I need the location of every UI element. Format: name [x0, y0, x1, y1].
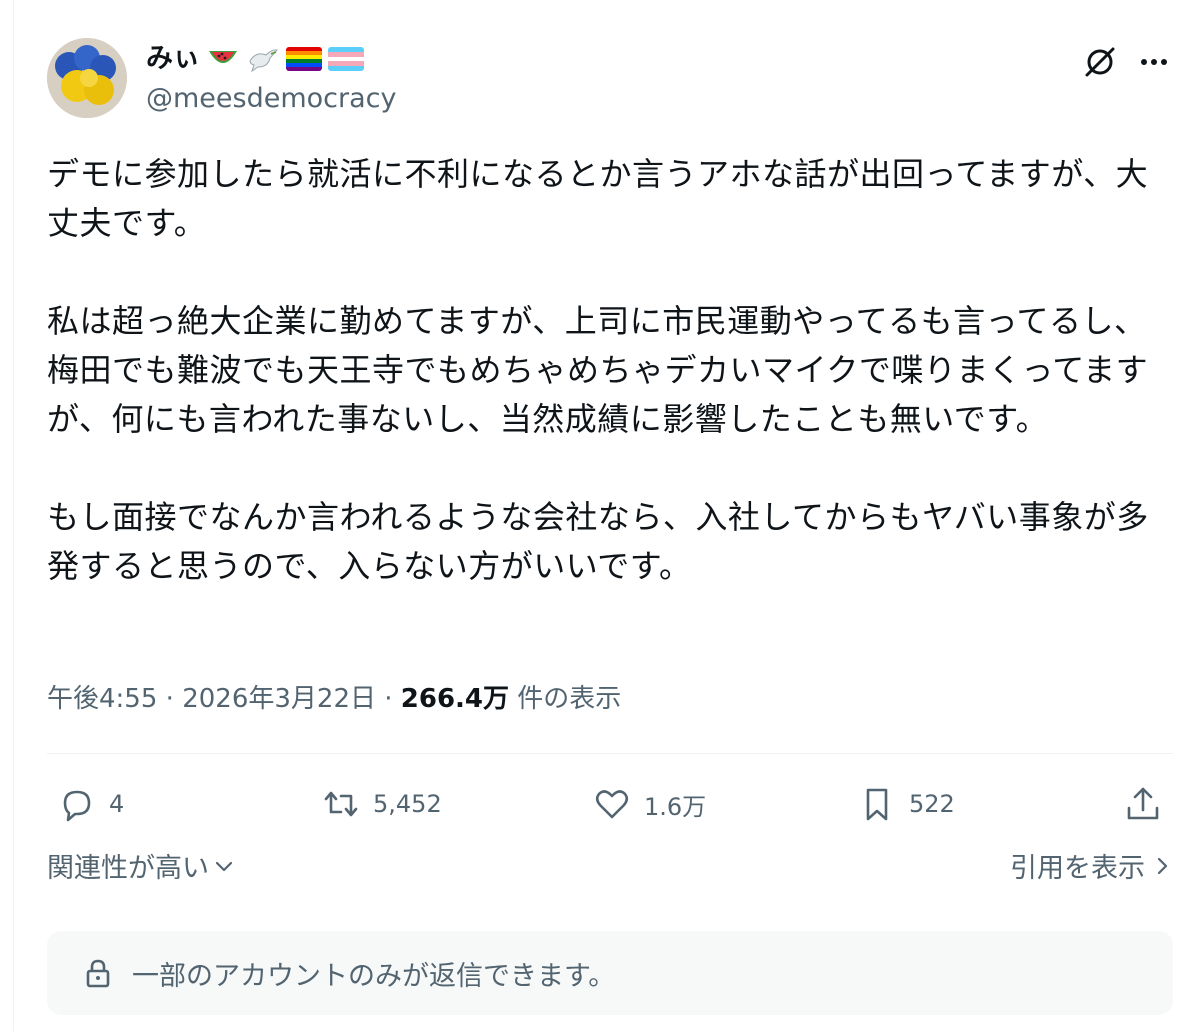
chevron-right-icon	[1157, 857, 1168, 874]
display-name-row: みぃ	[146, 42, 364, 76]
tweet-meta: 午後4:55 · 2026年3月22日 · 266.4万 件の表示	[47, 679, 621, 719]
reply-icon	[63, 790, 91, 822]
rainbow-flag-icon	[286, 47, 322, 71]
lock-icon	[86, 959, 110, 988]
watermelon-icon	[206, 45, 240, 73]
views-count[interactable]: 266.4万	[401, 684, 509, 714]
sort-label: 関連性が高い	[47, 853, 209, 884]
bookmark-icon	[866, 788, 888, 821]
views-label: 件の表示	[517, 684, 622, 714]
view-quotes-link[interactable]: 引用を表示	[1010, 846, 1173, 885]
bookmark-button[interactable]: 522	[857, 778, 955, 830]
user-handle[interactable]: @meesdemocracy	[146, 82, 396, 116]
bookmark-count: 522	[909, 790, 955, 818]
reply-restriction-banner: 一部のアカウントのみが返信できます。	[47, 931, 1173, 1015]
meta-separator: ·	[165, 684, 174, 714]
tweet-text: デモに参加したら就活に不利になるとか言うアホな話が出回ってますが、大丈夫です。 …	[47, 155, 1149, 585]
tweet-date[interactable]: 2026年3月22日	[182, 684, 376, 714]
chevron-down-icon	[215, 861, 233, 871]
reply-button[interactable]: 4	[57, 778, 124, 830]
like-button[interactable]: 1.6万	[592, 778, 706, 830]
share-icon	[1127, 787, 1159, 820]
reply-count: 4	[109, 790, 125, 818]
meta-separator: ·	[384, 684, 393, 714]
retweet-button[interactable]: 5,452	[321, 778, 442, 830]
dove-icon	[246, 45, 280, 73]
divider	[47, 753, 1173, 754]
retweet-count: 5,452	[373, 790, 442, 818]
tweet-detail: みぃ @meesdemocracy デモに参加したら就活に不利になるとか言うアホ…	[0, 0, 1200, 1031]
retweet-icon	[324, 791, 358, 817]
like-count: 1.6万	[644, 792, 707, 821]
reply-restriction-text: 一部のアカウントのみが返信できます。	[132, 960, 616, 992]
quotes-label: 引用を表示	[1010, 853, 1145, 884]
share-button[interactable]	[1123, 778, 1163, 830]
column-border	[13, 0, 14, 1031]
sort-replies-dropdown[interactable]: 関連性が高い	[47, 846, 235, 885]
action-bar: 4 5,452 1.6万 522	[47, 778, 1173, 830]
grok-icon[interactable]	[1082, 44, 1118, 80]
heart-icon	[595, 790, 629, 819]
transgender-flag-icon	[328, 47, 364, 71]
tweet-time[interactable]: 午後4:55	[47, 684, 157, 714]
more-options-icon[interactable]	[1136, 44, 1172, 80]
display-name[interactable]: みぃ	[146, 42, 200, 76]
avatar[interactable]	[47, 38, 127, 118]
